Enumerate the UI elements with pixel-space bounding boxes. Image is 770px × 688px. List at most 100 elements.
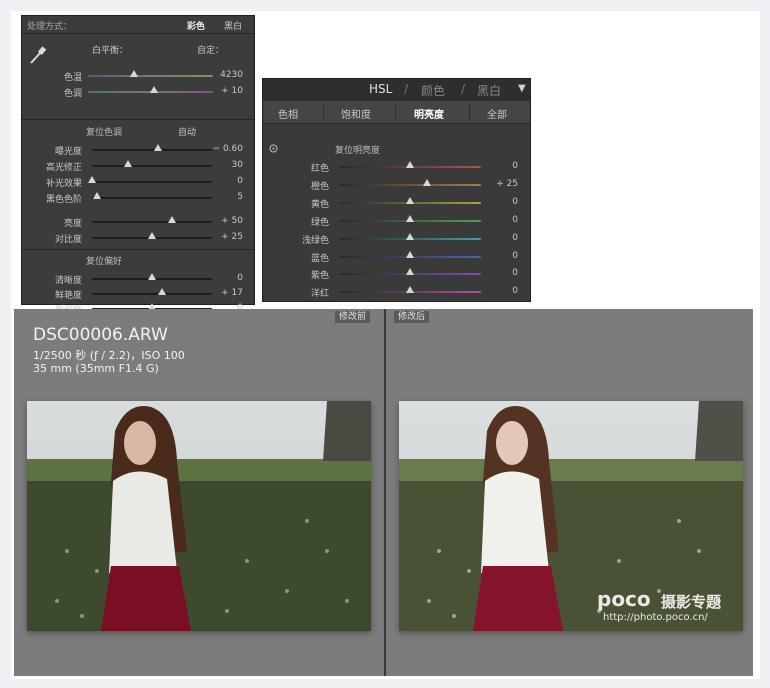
before-photo[interactable] (27, 401, 371, 631)
slider-value[interactable]: 0 (478, 215, 518, 225)
basic-panel: 处理方式： 彩色 黑白 白平衡： 自定： 色温 4230 色调 + 10 复位色调 自… (21, 15, 255, 316)
slider-value[interactable]: 0 (478, 197, 518, 207)
slider-value[interactable]: − 0.60 (203, 144, 243, 154)
tab-divider (469, 105, 470, 119)
slider-track[interactable] (92, 181, 212, 183)
slider-track[interactable] (92, 149, 212, 151)
slider-thumb[interactable] (150, 86, 159, 93)
tab-luminance[interactable]: 明亮度 (414, 106, 444, 121)
slider-thumb[interactable] (406, 286, 414, 294)
eyedropper-icon[interactable] (28, 44, 48, 69)
slider-label: 蓝色 (310, 253, 329, 264)
split-divider[interactable] (384, 309, 386, 676)
slider-value[interactable]: 5 (203, 192, 243, 202)
color-option[interactable]: 彩色 (187, 19, 205, 32)
slider-label: 黄色 (310, 199, 329, 210)
after-photo[interactable]: poco 摄影专题 http://photo.poco.cn/ (399, 401, 743, 631)
slider-thumb[interactable] (406, 161, 414, 168)
slider-label: 浅绿色 (301, 235, 329, 246)
slider-label: 亮度 (63, 219, 82, 229)
slider-track[interactable] (92, 165, 212, 167)
slider-value[interactable]: 30 (203, 160, 243, 170)
tab-saturation[interactable]: 饱和度 (341, 106, 371, 121)
slider-label: 对比度 (54, 235, 82, 245)
luminance-reset-title[interactable]: 复位明亮度 (335, 143, 380, 156)
slider-thumb[interactable] (148, 273, 156, 280)
slider-label: 绿色 (310, 217, 329, 228)
slider-thumb[interactable] (124, 160, 132, 167)
tab-all[interactable]: 全部 (487, 106, 507, 121)
header-separator: / (404, 82, 409, 96)
bw-tab-title[interactable]: 黑白 (477, 82, 501, 99)
slider-label: 橙色 (310, 181, 329, 192)
slider-thumb[interactable] (92, 192, 101, 199)
tab-hue[interactable]: 色相 (278, 106, 298, 121)
slider-track[interactable] (339, 183, 481, 186)
slider-track[interactable] (92, 197, 212, 199)
slider-thumb[interactable] (406, 214, 414, 222)
tone-reset-title[interactable]: 复位色调 (86, 125, 122, 138)
slider-thumb[interactable] (168, 216, 177, 223)
slider-label: 鲜艳度 (54, 291, 82, 301)
wb-value[interactable]: 自定： (197, 43, 224, 56)
treatment-label: 处理方式： (27, 22, 73, 32)
collapse-arrow-icon[interactable]: ▼ (518, 83, 526, 94)
slider-thumb[interactable] (148, 232, 156, 239)
slider-value[interactable]: + 10 (203, 86, 243, 96)
slider-value[interactable]: 4230 (203, 70, 243, 80)
slider-thumb[interactable] (406, 250, 414, 258)
hsl-panel: HSL / 颜色 / 黑白 ▼ 色相 饱和度 明亮度 全部 复位明亮度 红色 0 橙… (262, 78, 531, 302)
slider-thumb[interactable] (154, 144, 162, 151)
slider-value[interactable]: 0 (478, 268, 518, 278)
slider-thumb[interactable] (406, 232, 414, 240)
tone-auto-button[interactable]: 自动 (178, 125, 196, 138)
slider-value[interactable]: + 17 (203, 288, 243, 298)
presence-reset-title[interactable]: 复位偏好 (86, 254, 122, 267)
slider-value[interactable]: 0 (478, 251, 518, 261)
hsl-panel-header: HSL / 颜色 / 黑白 ▼ (263, 79, 530, 101)
slider-label: 洋红 (310, 289, 329, 300)
divider (22, 33, 254, 34)
hsl-tab-bar: 色相 饱和度 明亮度 全部 (263, 101, 530, 124)
slider-value[interactable]: 0 (203, 176, 243, 186)
hsl-title[interactable]: HSL (369, 82, 392, 96)
slider-thumb[interactable] (406, 196, 414, 204)
target-adjust-icon[interactable] (269, 144, 278, 156)
slider-value[interactable]: + 25 (478, 179, 518, 189)
header-separator: / (461, 82, 466, 96)
photo-lens: 35 mm (35mm F1.4 G) (33, 362, 159, 375)
slider-label: 红色 (310, 164, 329, 174)
tab-divider (395, 105, 396, 119)
color-tab-title[interactable]: 颜色 (421, 82, 445, 99)
bw-option[interactable]: 黑白 (224, 19, 242, 32)
slider-track[interactable] (92, 221, 212, 223)
slider-thumb[interactable] (157, 288, 166, 295)
slider-thumb[interactable] (130, 70, 139, 77)
before-after-view: 修改前 修改后 DSC00006.ARW 1/2500 秒 (ƒ / 2.2)，… (14, 309, 753, 676)
slider-track[interactable] (92, 293, 212, 295)
slider-thumb[interactable] (88, 176, 96, 183)
slider-thumb[interactable] (423, 178, 432, 186)
divider (22, 249, 254, 250)
watermark-url: http://photo.poco.cn/ (603, 612, 708, 623)
slider-value[interactable]: 0 (203, 273, 243, 283)
tab-divider (323, 105, 324, 119)
slider-value[interactable]: 0 (478, 286, 518, 296)
photo-exposure: 1/2500 秒 (ƒ / 2.2)，ISO 100 (33, 349, 185, 362)
slider-label: 黑色色阶 (45, 195, 82, 205)
wb-label: 白平衡： (92, 46, 129, 56)
slider-thumb[interactable] (406, 268, 414, 276)
slider-value[interactable]: 0 (478, 161, 518, 171)
after-tag: 修改后 (394, 311, 430, 323)
slider-label: 高光修正 (45, 163, 82, 173)
slider-label: 清晰度 (54, 276, 82, 286)
slider-label: 色调 (63, 89, 82, 99)
slider-label: 曝光度 (54, 147, 82, 157)
slider-value[interactable]: 0 (478, 233, 518, 243)
slider-track[interactable] (88, 75, 213, 77)
slider-value[interactable]: + 50 (203, 216, 243, 226)
watermark-title: 摄影专题 (661, 593, 722, 611)
slider-value[interactable]: + 25 (203, 232, 243, 242)
slider-label: 色温 (63, 73, 82, 83)
watermark-brand: poco (597, 587, 651, 611)
